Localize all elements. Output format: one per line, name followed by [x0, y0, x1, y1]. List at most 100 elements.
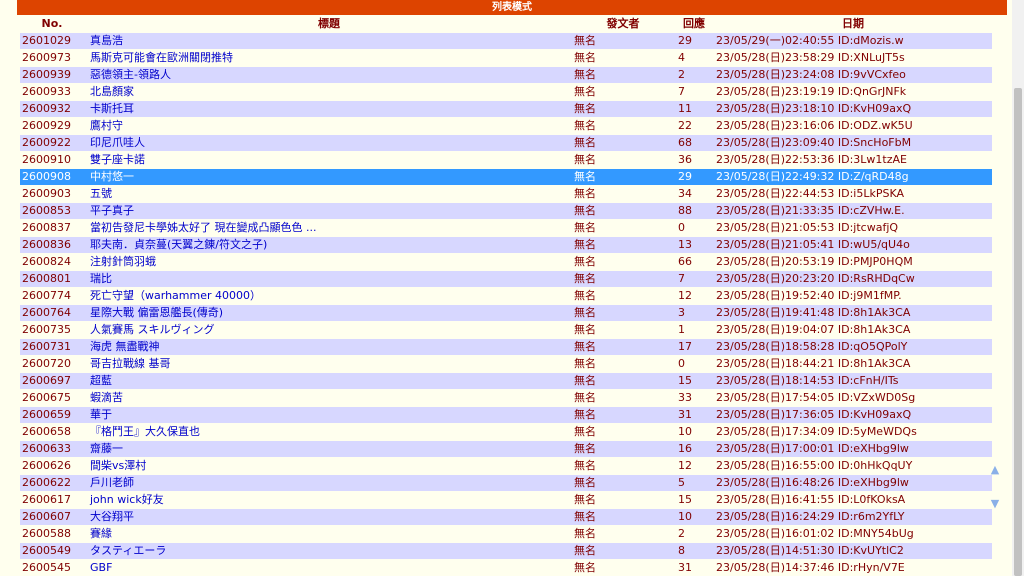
- post-date: 23/05/28(日)14:37:46 ID:rHyn/V7E: [714, 560, 992, 576]
- vertical-scrollbar[interactable]: [1012, 0, 1024, 576]
- table-row[interactable]: 2600622 戶川老師 無名 5 23/05/28(日)16:48:26 ID:eXH…: [20, 475, 992, 492]
- thread-title-link[interactable]: 間柴vs澤村: [88, 458, 572, 474]
- table-row[interactable]: 2600617 john wick好友 無名 15 23/05/28(日)16:41:5…: [20, 492, 992, 509]
- table-row[interactable]: 2600939 惡德領主-領路人 無名 2 23/05/28(日)23:24:08 ID…: [20, 67, 992, 84]
- table-row[interactable]: 2600633 齋藤一 無名 16 23/05/28(日)17:00:01 ID:eXH…: [20, 441, 992, 458]
- thread-number: 2600933: [20, 84, 88, 100]
- thread-author: 無名: [572, 543, 676, 559]
- thread-title-link[interactable]: 北島顏家: [88, 84, 572, 100]
- reply-count: 12: [676, 458, 714, 474]
- reply-count: 7: [676, 271, 714, 287]
- table-row[interactable]: 2600659 華于 無名 31 23/05/28(日)17:36:05 ID:KvH0…: [20, 407, 992, 424]
- thread-title-link[interactable]: 鷹村守: [88, 118, 572, 134]
- table-row[interactable]: 2600933 北島顏家 無名 7 23/05/28(日)23:19:19 ID:QnG…: [20, 84, 992, 101]
- thread-title-link[interactable]: 惡德領主-領路人: [88, 67, 572, 83]
- thread-table: 2601029 真島浩 無名 29 23/05/29(一)02:40:55 ID:dMo…: [20, 33, 992, 576]
- table-row[interactable]: 2600973 馬斯克可能會在歐洲關閉推特 無名 4 23/05/28(日)23:58:…: [20, 50, 992, 67]
- thread-title-link[interactable]: 中村悠一: [88, 169, 572, 185]
- thread-title-link[interactable]: 印尼爪哇人: [88, 135, 572, 151]
- table-row[interactable]: 2600922 印尼爪哇人 無名 68 23/05/28(日)23:09:40 ID:S…: [20, 135, 992, 152]
- thread-title-link[interactable]: 瑞比: [88, 271, 572, 287]
- thread-title-link[interactable]: 人氣賽馬 スキルヴィング: [88, 322, 572, 338]
- reply-count: 2: [676, 67, 714, 83]
- table-row[interactable]: 2600908 中村悠一 無名 29 23/05/28(日)22:49:32 ID:Z/…: [20, 169, 992, 186]
- table-row[interactable]: 2600932 卡斯托耳 無名 11 23/05/28(日)23:18:10 ID:Kv…: [20, 101, 992, 118]
- thread-title-link[interactable]: 平子真子: [88, 203, 572, 219]
- table-row[interactable]: 2600764 星際大戰 偏雷恩艦長(傳奇) 無名 3 23/05/28(日)19:41…: [20, 305, 992, 322]
- post-date: 23/05/28(日)22:44:53 ID:i5LkPSKA: [714, 186, 992, 202]
- post-date: 23/05/28(日)16:55:00 ID:0hHkQqUY: [714, 458, 992, 474]
- thread-title-link[interactable]: 真島浩: [88, 33, 572, 49]
- table-row[interactable]: 2600675 蝦滴苦 無名 33 23/05/28(日)17:54:05 ID:VZx…: [20, 390, 992, 407]
- thread-title-link[interactable]: 蝦滴苦: [88, 390, 572, 406]
- thread-number: 2600837: [20, 220, 88, 236]
- table-row[interactable]: 2600836 耶夫南．貞奈蔓(天翼之錬/符文之子) 無名 13 23/05/28(日)…: [20, 237, 992, 254]
- thread-title-link[interactable]: 五號: [88, 186, 572, 202]
- table-row[interactable]: 2600853 平子真子 無名 88 23/05/28(日)21:33:35 ID:cZ…: [20, 203, 992, 220]
- thread-author: 無名: [572, 288, 676, 304]
- table-row[interactable]: 2600588 賽緣 無名 2 23/05/28(日)16:01:02 ID:MNY54…: [20, 526, 992, 543]
- table-row[interactable]: 2600929 鷹村守 無名 22 23/05/28(日)23:16:06 ID:ODZ…: [20, 118, 992, 135]
- thread-author: 無名: [572, 339, 676, 355]
- table-row[interactable]: 2600910 雙子座卡諾 無名 36 23/05/28(日)22:53:36 ID:3…: [20, 152, 992, 169]
- table-row[interactable]: 2600549 タスティエーラ 無名 8 23/05/28(日)14:51:30 ID:…: [20, 543, 992, 560]
- thread-title-link[interactable]: 大谷翔平: [88, 509, 572, 525]
- thread-title-link[interactable]: 哥吉拉戰線 基哥: [88, 356, 572, 372]
- thread-title-link[interactable]: 齋藤一: [88, 441, 572, 457]
- post-date: 23/05/28(日)20:23:20 ID:RsRHDqCw: [714, 271, 992, 287]
- thread-author: 無名: [572, 509, 676, 525]
- thread-author: 無名: [572, 560, 676, 576]
- thread-title-link[interactable]: 卡斯托耳: [88, 101, 572, 117]
- table-row[interactable]: 2600903 五號 無名 34 23/05/28(日)22:44:53 ID:i5Lk…: [20, 186, 992, 203]
- thread-title-link[interactable]: 賽緣: [88, 526, 572, 542]
- table-row[interactable]: 2600735 人氣賽馬 スキルヴィング 無名 1 23/05/28(日)19:04:0…: [20, 322, 992, 339]
- post-date: 23/05/28(日)17:36:05 ID:KvH09axQ: [714, 407, 992, 423]
- table-row[interactable]: 2600545 GBF 無名 31 23/05/28(日)14:37:46 ID:rHy…: [20, 560, 992, 576]
- thread-number: 2600731: [20, 339, 88, 355]
- thread-author: 無名: [572, 492, 676, 508]
- table-row[interactable]: 2601029 真島浩 無名 29 23/05/29(一)02:40:55 ID:dMo…: [20, 33, 992, 50]
- reply-count: 29: [676, 169, 714, 185]
- reply-count: 36: [676, 152, 714, 168]
- thread-title-link[interactable]: 超藍: [88, 373, 572, 389]
- table-row[interactable]: 2600626 間柴vs澤村 無名 12 23/05/28(日)16:55:00 ID:…: [20, 458, 992, 475]
- thread-list-page: 列表模式 No. 標題 發文者 回應 日期 2601029 真島浩 無名 29 23/0…: [0, 0, 1012, 576]
- post-date: 23/05/28(日)17:54:05 ID:VZxWD0Sg: [714, 390, 992, 406]
- column-header-replies: 回應: [683, 17, 705, 30]
- post-date: 23/05/28(日)22:53:36 ID:3Lw1tzAE: [714, 152, 992, 168]
- thread-title-link[interactable]: 華于: [88, 407, 572, 423]
- thread-number: 2600910: [20, 152, 88, 168]
- reply-count: 0: [676, 220, 714, 236]
- thread-title-link[interactable]: 注射針筒羽蛾: [88, 254, 572, 270]
- thread-title-link[interactable]: 戶川老師: [88, 475, 572, 491]
- thread-title-link[interactable]: john wick好友: [88, 492, 572, 508]
- table-row[interactable]: 2600837 當初告發尼卡學姊太好了 現在變成凸顯色色 ... 無名 0 23/05/…: [20, 220, 992, 237]
- post-date: 23/05/28(日)16:01:02 ID:MNY54bUg: [714, 526, 992, 542]
- scroll-up-arrow-icon[interactable]: ▲: [988, 464, 1002, 476]
- thread-title-link[interactable]: 『格鬥王』大久保直也: [88, 424, 572, 440]
- table-row[interactable]: 2600731 海虎 無盡戰神 無名 17 23/05/28(日)18:58:28 ID…: [20, 339, 992, 356]
- table-row[interactable]: 2600720 哥吉拉戰線 基哥 無名 0 23/05/28(日)18:44:21 ID…: [20, 356, 992, 373]
- table-row[interactable]: 2600607 大谷翔平 無名 10 23/05/28(日)16:24:29 ID:r6…: [20, 509, 992, 526]
- table-row[interactable]: 2600697 超藍 無名 15 23/05/28(日)18:14:53 ID:cFnH…: [20, 373, 992, 390]
- thread-title-link[interactable]: 雙子座卡諾: [88, 152, 572, 168]
- thread-title-link[interactable]: 當初告發尼卡學姊太好了 現在變成凸顯色色 ...: [88, 220, 572, 236]
- table-row[interactable]: 2600658 『格鬥王』大久保直也 無名 10 23/05/28(日)17:34:09…: [20, 424, 992, 441]
- scrollbar-thumb[interactable]: [1014, 88, 1022, 576]
- thread-number: 2600549: [20, 543, 88, 559]
- thread-title-link[interactable]: 耶夫南．貞奈蔓(天翼之錬/符文之子): [88, 237, 572, 253]
- thread-title-link[interactable]: 星際大戰 偏雷恩艦長(傳奇): [88, 305, 572, 321]
- table-row[interactable]: 2600801 瑞比 無名 7 23/05/28(日)20:23:20 ID:RsRHD…: [20, 271, 992, 288]
- thread-title-link[interactable]: 海虎 無盡戰神: [88, 339, 572, 355]
- thread-title-link[interactable]: 馬斯克可能會在歐洲關閉推特: [88, 50, 572, 66]
- thread-title-link[interactable]: 死亡守望（warhammer 40000）: [88, 288, 572, 304]
- thread-title-link[interactable]: タスティエーラ: [88, 543, 572, 559]
- table-row[interactable]: 2600824 注射針筒羽蛾 無名 66 23/05/28(日)20:53:19 ID:…: [20, 254, 992, 271]
- thread-author: 無名: [572, 322, 676, 338]
- reply-count: 34: [676, 186, 714, 202]
- scroll-down-arrow-icon[interactable]: ▼: [988, 498, 1002, 510]
- thread-title-link[interactable]: GBF: [88, 560, 572, 576]
- post-date: 23/05/28(日)23:58:29 ID:XNLuJT5s: [714, 50, 992, 66]
- thread-author: 無名: [572, 305, 676, 321]
- table-row[interactable]: 2600774 死亡守望（warhammer 40000） 無名 12 23/05/28…: [20, 288, 992, 305]
